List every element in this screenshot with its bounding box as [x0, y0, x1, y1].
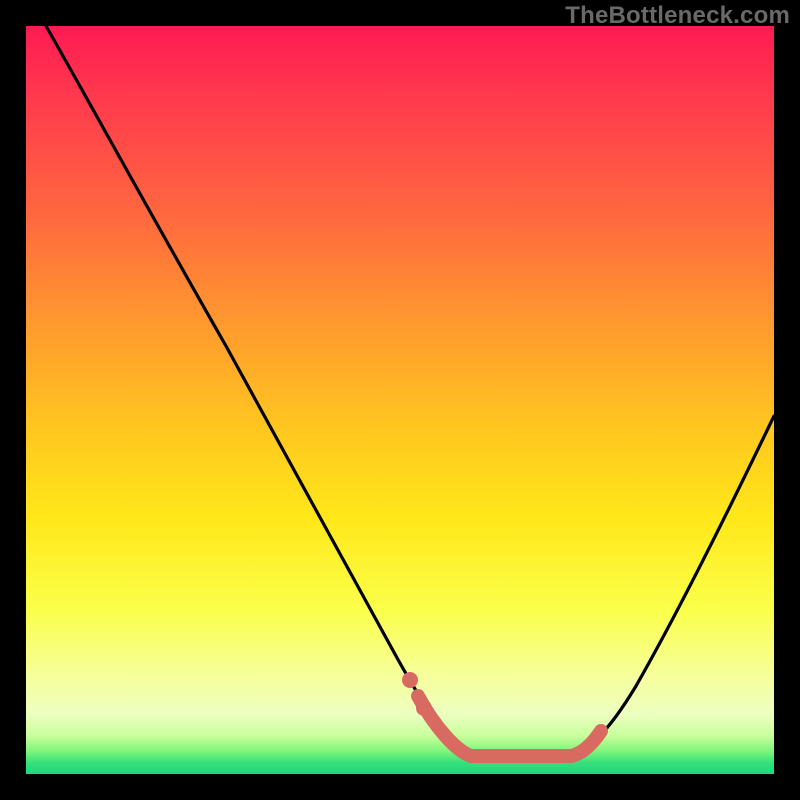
optimal-zone-dot-left-lower: [416, 700, 432, 716]
curves-svg: [26, 26, 774, 774]
optimal-zone-dot-left-upper: [402, 672, 418, 688]
optimal-zone-segment: [418, 696, 601, 756]
chart-container: TheBottleneck.com: [0, 0, 800, 800]
bottleneck-curve: [46, 26, 774, 756]
plot-area: [26, 26, 774, 774]
